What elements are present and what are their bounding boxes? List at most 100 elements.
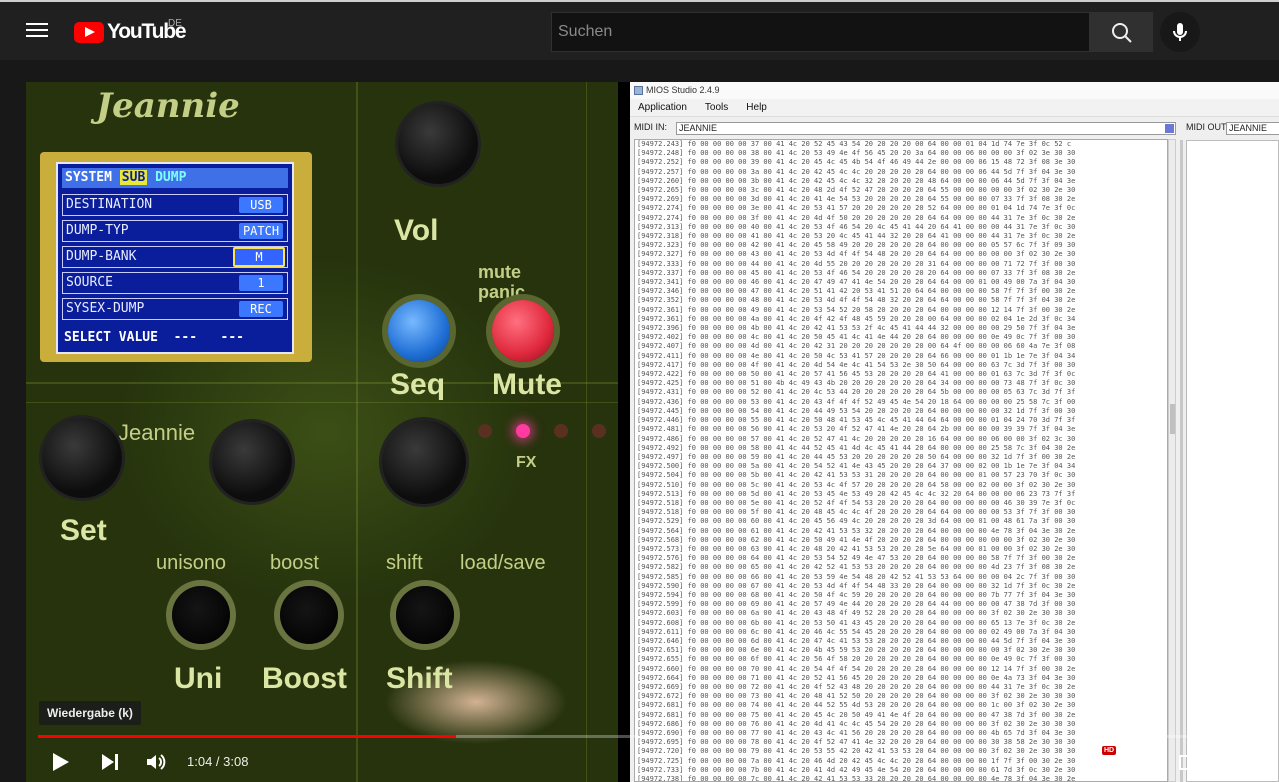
search-input[interactable] [551, 12, 1090, 52]
mios-menu-bar: Application Tools Help [630, 99, 1279, 117]
log-line: [94972.655] f0 00 00 00 00 6f 00 41 4c 2… [637, 655, 1076, 664]
log-line: [94972.681] f0 00 00 00 00 74 00 41 4c 2… [637, 701, 1076, 710]
midi-out-selector: MIDI OUT: JEANNIE [1186, 122, 1279, 136]
log-line: [94972.582] f0 00 00 00 00 65 00 41 4c 2… [637, 563, 1076, 572]
log-line: [94972.274] f0 00 00 00 00 3e 00 41 4c 2… [637, 204, 1076, 213]
log-line: [94972.608] f0 00 00 00 00 6b 00 41 4c 2… [637, 618, 1076, 627]
log-line: [94972.611] f0 00 00 00 00 6c 00 41 4c 2… [637, 627, 1076, 636]
log-line: [94972.445] f0 00 00 00 00 54 00 41 4c 2… [637, 406, 1076, 415]
log-line: [94972.497] f0 00 00 00 00 59 00 41 4c 2… [637, 452, 1076, 461]
log-line: [94972.590] f0 00 00 00 00 67 00 41 4c 2… [637, 581, 1076, 590]
log-line: [94972.686] f0 00 00 00 00 76 00 41 4c 2… [637, 719, 1076, 728]
progress-bar[interactable] [38, 735, 1266, 738]
log-line: [94972.500] f0 00 00 00 00 5a 00 41 4c 2… [637, 462, 1076, 471]
mios-studio-window: MIOS Studio 2.4.9 Application Tools Help… [630, 82, 1279, 782]
log-line: [94972.417] f0 00 00 00 00 4f 00 41 4c 2… [637, 360, 1076, 369]
play-button[interactable] [44, 747, 80, 777]
guide-menu-button[interactable] [26, 20, 48, 42]
next-button[interactable] [92, 747, 128, 777]
log-line: [94972.486] f0 00 00 00 00 57 00 41 4c 2… [637, 434, 1076, 443]
seq-label: Seq [390, 368, 446, 401]
volume-icon [147, 754, 166, 770]
log-line: [94972.672] f0 00 00 00 00 73 00 41 4c 2… [637, 692, 1076, 701]
led-active [516, 424, 530, 438]
log-line: [94972.513] f0 00 00 00 00 5d 00 41 4c 2… [637, 489, 1076, 498]
log-line: [94972.518] f0 00 00 00 00 5f 00 41 4c 2… [637, 508, 1076, 517]
knob [212, 422, 292, 502]
seq-button-cap [388, 300, 450, 362]
hd-badge: HD [1102, 746, 1117, 755]
brand-silkscreen: Jeannie [96, 86, 240, 126]
log-line: [94972.446] f0 00 00 00 00 55 00 41 4c 2… [637, 416, 1076, 425]
led [554, 424, 568, 438]
log-line: [94972.361] f0 00 00 00 00 49 00 41 4c 2… [637, 305, 1076, 314]
mute-label: Mute [492, 368, 562, 401]
log-line: [94972.402] f0 00 00 00 00 4c 00 41 4c 2… [637, 333, 1076, 342]
knob [42, 418, 122, 498]
play-tooltip: Wiedergabe (k) [39, 701, 141, 725]
midi-in-log: [94972.243] f0 00 00 00 00 37 00 41 4c 2… [634, 139, 1168, 782]
mute-panic-label: mute panic [478, 262, 526, 302]
log-line: [94972.407] f0 00 00 00 00 4d 00 41 4c 2… [637, 342, 1076, 351]
log-line: [94972.323] f0 00 00 00 00 42 00 41 4c 2… [637, 241, 1076, 250]
log-line: [94972.504] f0 00 00 00 00 5b 00 41 4c 2… [637, 471, 1076, 480]
lcd-row: SYSEX-DUMP REC [62, 298, 288, 320]
lcd-row: DUMP-BANK M [62, 246, 288, 268]
log-line: [94972.361] f0 00 00 00 00 4a 00 41 4c 2… [637, 314, 1076, 323]
video-player[interactable]: Jeannie SYSTEM SUB DUMP DESTINATION USB … [26, 82, 1279, 782]
search-icon [1112, 23, 1132, 43]
log-line: [94972.422] f0 00 00 00 00 50 00 41 4c 2… [637, 370, 1076, 379]
microphone-icon [1173, 23, 1187, 41]
log-line: [94972.431] f0 00 00 00 00 52 00 41 4c 2… [637, 388, 1076, 397]
log-line: [94972.510] f0 00 00 00 00 5c 00 41 4c 2… [637, 480, 1076, 489]
fullscreen-icon [1228, 752, 1252, 772]
menu-tools: Tools [704, 102, 729, 113]
log-line: [94972.425] f0 00 00 00 00 51 00 4b 4c 4… [637, 379, 1076, 388]
theater-mode-button[interactable] [1174, 747, 1210, 777]
miniplayer-button[interactable] [1126, 747, 1162, 777]
log-line: [94972.248] f0 00 00 00 00 38 00 41 4c 2… [637, 149, 1076, 158]
log-line: [94972.346] f0 00 00 00 00 47 00 41 4c 2… [637, 287, 1076, 296]
skip-next-icon [102, 754, 118, 770]
log-line: [94972.529] f0 00 00 00 00 60 00 41 4c 2… [637, 517, 1076, 526]
log-line: [94972.681] f0 00 00 00 00 75 00 41 4c 2… [637, 710, 1076, 719]
theater-icon [1179, 755, 1205, 770]
menu-application: Application [638, 102, 687, 113]
log-line: [94972.333] f0 00 00 00 00 44 00 41 4c 2… [637, 259, 1076, 268]
log-scrollbar [1168, 139, 1176, 782]
lcd-row: DUMP-TYP PATCH [62, 220, 288, 242]
dropdown-arrow-icon [1165, 124, 1174, 133]
lcd-display: SYSTEM SUB DUMP DESTINATION USB DUMP-TYP… [56, 162, 294, 354]
lcd-frame: SYSTEM SUB DUMP DESTINATION USB DUMP-TYP… [40, 152, 312, 362]
log-line: [94972.396] f0 00 00 00 00 4b 00 41 4c 2… [637, 324, 1076, 333]
log-line: [94972.257] f0 00 00 00 00 3a 00 41 4c 2… [637, 167, 1076, 176]
mute-button[interactable] [138, 747, 174, 777]
progress-played [38, 735, 456, 738]
mios-title-bar: MIOS Studio 2.4.9 [630, 82, 1279, 99]
app-icon [634, 86, 643, 95]
search-box [551, 12, 1153, 52]
boost-label: boost [270, 552, 319, 574]
log-line: [94972.243] f0 00 00 00 00 37 00 41 4c 2… [637, 140, 1072, 148]
log-line: [94972.585] f0 00 00 00 00 66 00 41 4c 2… [637, 572, 1076, 581]
midi-out-panel [1186, 140, 1279, 782]
vol-label: Vol [394, 214, 439, 247]
shift-button [396, 586, 454, 644]
log-line: [94972.594] f0 00 00 00 00 68 00 41 4c 2… [637, 590, 1076, 599]
log-line: [94972.313] f0 00 00 00 00 40 00 41 4c 2… [637, 222, 1076, 231]
search-button[interactable] [1090, 12, 1153, 52]
log-line: [94972.269] f0 00 00 00 00 3d 00 41 4c 2… [637, 195, 1076, 204]
mute-button-cap [492, 300, 554, 362]
fullscreen-button[interactable] [1222, 747, 1258, 777]
unisono-button [172, 586, 230, 644]
time-display: 1:04 / 3:08 [187, 754, 249, 769]
voice-search-button[interactable] [1160, 12, 1200, 52]
log-line: [94972.481] f0 00 00 00 00 56 00 41 4c 2… [637, 425, 1076, 434]
log-line: [94972.327] f0 00 00 00 00 43 00 41 4c 2… [637, 250, 1076, 259]
fx-label: FX [516, 454, 537, 471]
log-line: [94972.518] f0 00 00 00 00 5e 00 41 4c 2… [637, 498, 1076, 507]
log-line: [94972.492] f0 00 00 00 00 58 00 41 4c 4… [637, 443, 1076, 452]
log-line: [94972.260] f0 00 00 00 00 3b 00 41 4c 2… [637, 176, 1076, 185]
load-save-label: load/save [460, 552, 546, 574]
youtube-play-icon [74, 21, 104, 43]
